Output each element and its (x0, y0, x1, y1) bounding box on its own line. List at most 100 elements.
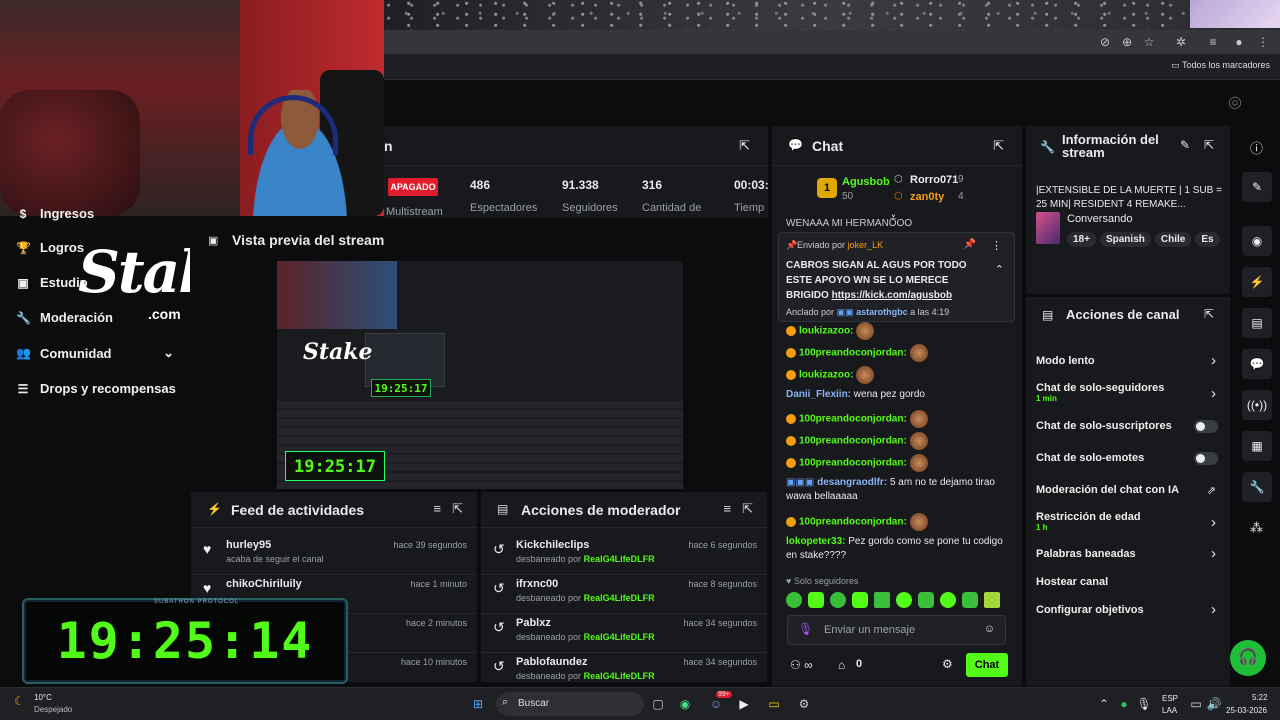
profile-icon[interactable]: ● (1232, 35, 1246, 49)
action-ai-moderation[interactable]: Moderación del chat con IA (1036, 484, 1179, 496)
document-icon[interactable]: ▤ (1242, 308, 1272, 338)
status-dot-icon[interactable]: ● (1114, 694, 1134, 714)
eye-off-icon[interactable]: ⊘ (1098, 35, 1112, 49)
sidebar-item-estudio[interactable]: ▣ Estudio (16, 275, 87, 290)
popout-icon[interactable]: ⇱ (742, 501, 753, 517)
task-view-icon[interactable]: ▢ (648, 694, 668, 714)
zoom-icon[interactable]: ⊕ (1120, 35, 1134, 49)
windows-start-icon[interactable]: ⊞ (468, 694, 488, 714)
media-player-icon[interactable]: ▶ (734, 694, 754, 714)
tag[interactable]: 18+ (1067, 232, 1096, 247)
action-emotes-only[interactable]: Chat de solo-emotes (1036, 452, 1144, 464)
action-age-restriction[interactable]: Restricción de edad 1 h (1036, 511, 1141, 532)
action-configure-goals[interactable]: Configurar objetivos (1036, 604, 1144, 616)
popout-icon[interactable]: ⇱ (452, 501, 463, 517)
edit-icon[interactable]: ✎ (1180, 138, 1190, 152)
external-link-icon[interactable]: ⇗ (1207, 484, 1216, 497)
chevron-right-icon[interactable]: › (1211, 514, 1216, 531)
more-icon[interactable]: ⋮ (991, 239, 1002, 252)
chat-bubble-icon[interactable]: 💬 (1242, 349, 1272, 379)
emote-icon[interactable] (786, 592, 802, 608)
pinned-link[interactable]: https://kick.com/agusbob (832, 290, 953, 301)
input-language[interactable]: ESP (1162, 694, 1178, 703)
leader-name[interactable]: Rorro071 (910, 174, 958, 186)
chrome-icon[interactable]: ◉ (675, 694, 695, 714)
microphone-icon[interactable]: 🎙 (798, 622, 813, 636)
popout-icon[interactable]: ⇱ (1204, 307, 1214, 321)
sidebar-item-ingresos[interactable]: $ Ingresos (16, 206, 95, 221)
clock-date[interactable]: 25-03-2026 (1226, 706, 1267, 715)
network-icon[interactable]: ▭ (1186, 694, 1206, 714)
microphone-icon[interactable]: 🎙 (1134, 694, 1154, 714)
emote-icon[interactable] (918, 592, 934, 608)
camera-icon[interactable]: ◉ (1242, 226, 1272, 256)
broadcast-icon[interactable]: ((•)) (1242, 390, 1272, 420)
chevron-up-icon[interactable]: ⌃ (1094, 694, 1114, 714)
emote-icon[interactable] (808, 592, 824, 608)
infinity-icon[interactable]: ⚇ ∞ (790, 658, 813, 672)
emoji-icon[interactable]: ☺ (984, 623, 995, 635)
wrench-icon[interactable]: 🔧 (1242, 472, 1272, 502)
layout-icon[interactable]: ▦ (1242, 431, 1272, 461)
tag[interactable]: Spanish (1099, 232, 1151, 247)
input-layout[interactable]: LAA (1162, 706, 1177, 715)
emote-icon[interactable] (962, 592, 978, 608)
filter-icon[interactable]: ≡ (433, 501, 441, 516)
action-followers-only[interactable]: Chat de solo-seguidores 1 min (1036, 382, 1164, 403)
emote-icon[interactable] (874, 592, 890, 608)
chat-input[interactable]: 🎙 Enviar un mensaje ☺ (787, 615, 1006, 645)
subscribers-only-toggle[interactable] (1194, 420, 1218, 433)
emote-icon[interactable] (896, 592, 912, 608)
leader-name[interactable]: Agusbob (842, 176, 890, 188)
taskbar-search[interactable]: ⌕ Buscar (496, 692, 644, 716)
apps-icon[interactable]: ⁂ (1250, 520, 1263, 536)
reading-list-icon[interactable]: ≡ (1206, 35, 1220, 49)
help-button[interactable]: 🎧 (1230, 640, 1266, 676)
extensions-icon[interactable]: ✲ (1174, 35, 1188, 49)
clock-time[interactable]: 5:22 (1252, 693, 1268, 702)
star-icon[interactable]: ☆ (1142, 35, 1156, 49)
unpin-icon[interactable]: 📌 (964, 239, 976, 250)
file-explorer-icon[interactable]: ▭ (764, 694, 784, 714)
emote-icon[interactable] (830, 592, 846, 608)
weather-temp[interactable]: 10°C (34, 693, 52, 702)
bolt-icon[interactable]: ⚡ (1242, 267, 1272, 297)
tag[interactable]: Es (1195, 232, 1220, 247)
edit-icon[interactable]: ✎ (1242, 172, 1272, 202)
action-host-channel[interactable]: Hostear canal (1036, 576, 1108, 588)
store-icon[interactable]: ⌂ (838, 658, 845, 672)
chevron-right-icon[interactable]: › (1211, 601, 1216, 618)
send-chat-button[interactable]: Chat (966, 653, 1008, 677)
collapse-icon[interactable]: ⌃ (995, 263, 1004, 276)
action-banned-words[interactable]: Palabras baneadas (1036, 548, 1136, 560)
sidebar-item-drops[interactable]: ☰ Drops y recompensas (16, 381, 176, 396)
tag[interactable]: Chile (1154, 232, 1192, 247)
emotes-only-toggle[interactable] (1194, 452, 1218, 465)
chevron-right-icon[interactable]: › (1211, 352, 1216, 369)
volume-icon[interactable]: 🔊 (1204, 694, 1224, 714)
address-bar[interactable]: ⊘ ⊕ ☆ ✲ ≡ ● ⋮ (384, 30, 1280, 54)
popout-icon[interactable]: ⇱ (993, 138, 1004, 154)
gear-icon[interactable]: ⚙ (942, 657, 953, 671)
category-name[interactable]: Conversando (1067, 213, 1132, 225)
app-icon[interactable]: ⚙ (794, 694, 814, 714)
action-slow-mode[interactable]: Modo lento (1036, 355, 1095, 367)
chevron-right-icon[interactable]: › (1211, 545, 1216, 562)
user-avatar-icon[interactable]: ◎ (1228, 92, 1242, 112)
leader-name[interactable]: zan0ty (910, 191, 944, 203)
all-bookmarks-folder[interactable]: ▭ Todos los marcadores (1171, 60, 1270, 71)
category-thumbnail[interactable] (1036, 212, 1060, 244)
emote-icon[interactable] (984, 592, 1000, 608)
info-icon[interactable]: ⓘ (1250, 138, 1263, 157)
emote-icon[interactable] (852, 592, 868, 608)
sidebar-item-comunidad[interactable]: 👥 Comunidad ⌄ (16, 345, 174, 361)
filter-icon[interactable]: ≡ (723, 501, 731, 516)
emote-icon[interactable] (940, 592, 956, 608)
popout-icon[interactable]: ⇱ (1204, 138, 1214, 152)
action-subscribers-only[interactable]: Chat de solo-suscriptores (1036, 420, 1172, 432)
popout-icon[interactable]: ⇱ (739, 138, 750, 154)
chevron-right-icon[interactable]: › (1211, 385, 1216, 402)
menu-icon[interactable]: ⋮ (1256, 35, 1270, 49)
stream-preview-video[interactable]: Stake 19:25:17 19:25:17 (277, 261, 683, 489)
sidebar-item-logros[interactable]: 🏆 Logros (16, 240, 84, 255)
